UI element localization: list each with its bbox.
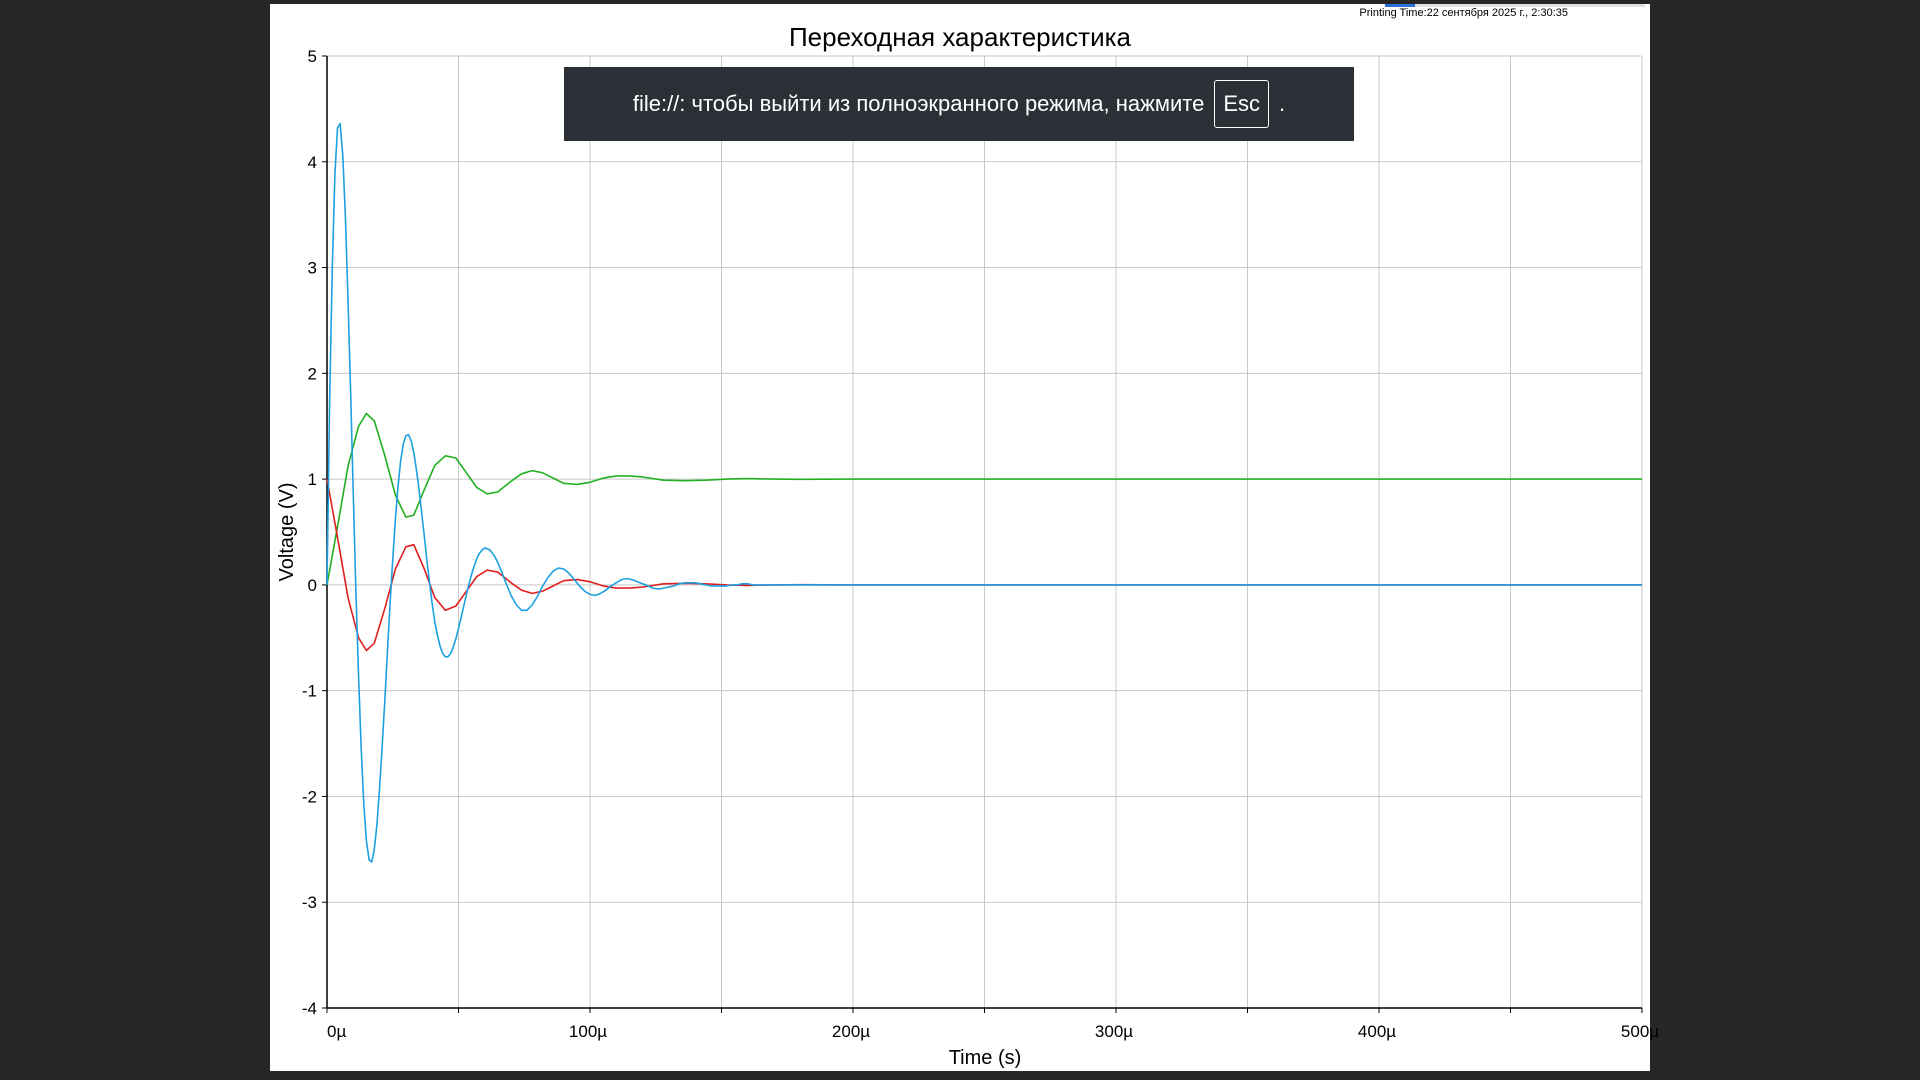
y-tick-label: 3 — [308, 259, 317, 278]
chart: 5 4 3 2 1 0 -1 -2 -3 -4 0µ 100µ 200µ 300µ 400µ 500µ Пере… — [276, 22, 1659, 1069]
y-tick-label: 1 — [308, 470, 317, 489]
x-tick-label: 500µ — [1621, 1022, 1659, 1041]
y-tick-label: 4 — [308, 153, 317, 172]
y-axis-label: Voltage (V) — [276, 483, 298, 582]
y-tick-label: -1 — [302, 682, 317, 701]
y-tick-label: 0 — [308, 576, 317, 595]
y-tick-label: -4 — [302, 999, 317, 1018]
chart-title: Переходная характеристика — [789, 22, 1132, 52]
fullscreen-toast: file://: чтобы выйти из полноэкранного р… — [564, 67, 1354, 141]
x-tick-label: 200µ — [832, 1022, 870, 1041]
y-tick-label: 2 — [308, 364, 317, 383]
toast-suffix: . — [1279, 91, 1286, 116]
x-tick-label: 0µ — [327, 1022, 346, 1041]
esc-key[interactable]: Esc — [1214, 80, 1270, 128]
x-tick-label: 300µ — [1095, 1022, 1133, 1041]
y-tick-label: 5 — [308, 47, 317, 66]
toast-message: file://: чтобы выйти из полноэкранного р… — [632, 91, 1205, 116]
x-tick-label: 400µ — [1358, 1022, 1396, 1041]
x-axis-label: Time (s) — [949, 1047, 1022, 1069]
y-tick-label: -3 — [302, 893, 317, 912]
y-tick-label: -2 — [302, 787, 317, 806]
x-tick-label: 100µ — [569, 1022, 607, 1041]
